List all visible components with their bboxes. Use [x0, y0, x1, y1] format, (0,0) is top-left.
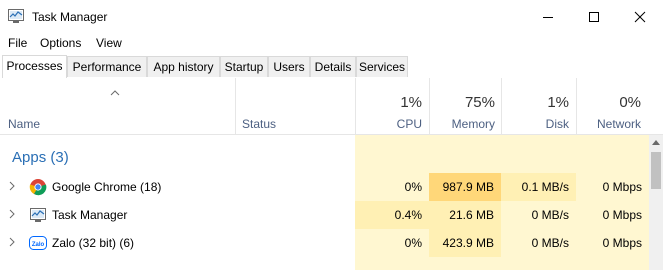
- close-button[interactable]: [617, 0, 663, 34]
- process-disk: 0.1 MB/s: [501, 173, 576, 201]
- memory-total: 75%: [464, 94, 495, 111]
- task-manager-icon: [30, 208, 46, 222]
- zalo-icon: Zalo: [29, 236, 47, 250]
- process-name: Task Manager: [52, 208, 128, 222]
- header-disk[interactable]: Disk: [502, 117, 569, 131]
- menu-view[interactable]: View: [96, 36, 122, 50]
- header-network[interactable]: Network: [577, 117, 641, 131]
- tab-app-history[interactable]: App history: [147, 56, 220, 77]
- menu-options[interactable]: Options: [40, 36, 81, 50]
- process-cpu: 0%: [404, 180, 422, 194]
- task-manager-icon: [8, 9, 24, 23]
- process-disk: 0 MB/s: [531, 236, 569, 250]
- tab-processes[interactable]: Processes: [2, 55, 67, 78]
- process-network: 0 Mbps: [602, 180, 642, 194]
- process-cpu: 0.4%: [355, 201, 429, 229]
- title-bar: Task Manager: [0, 0, 663, 34]
- chevron-right-icon[interactable]: [9, 209, 15, 219]
- process-network: 0 Mbps: [602, 208, 642, 222]
- header-memory[interactable]: Memory: [430, 117, 495, 131]
- process-memory: 423.9 MB: [429, 229, 501, 257]
- tab-details[interactable]: Details: [310, 56, 356, 77]
- close-icon: [634, 11, 646, 23]
- header-status[interactable]: Status: [242, 117, 276, 131]
- scroll-up-icon[interactable]: [652, 140, 660, 145]
- header-name[interactable]: Name: [8, 117, 40, 131]
- sort-ascending-icon: [110, 90, 120, 96]
- process-cpu: 0%: [404, 236, 422, 250]
- menu-bar: File Options View: [0, 34, 663, 52]
- process-row[interactable]: Task Manager 0.4% 21.6 MB 0 MB/s 0 Mbps: [0, 201, 649, 229]
- maximize-icon: [589, 12, 599, 22]
- window-title: Task Manager: [32, 10, 108, 24]
- process-name: Google Chrome (18): [52, 180, 162, 194]
- tab-bar: Processes Performance App history Startu…: [0, 55, 663, 79]
- chrome-icon: [29, 179, 47, 196]
- header-cpu[interactable]: CPU: [356, 117, 422, 131]
- process-memory: 21.6 MB: [429, 201, 501, 229]
- disk-total: 1%: [547, 94, 569, 111]
- tab-users[interactable]: Users: [268, 56, 310, 77]
- svg-text:Zalo: Zalo: [32, 242, 45, 248]
- process-memory: 987.9 MB: [429, 173, 501, 201]
- minimize-button[interactable]: [525, 0, 571, 34]
- group-title-apps: Apps (3): [12, 149, 69, 166]
- tab-performance[interactable]: Performance: [67, 56, 147, 77]
- process-row[interactable]: Google Chrome (18) 0% 987.9 MB 0.1 MB/s …: [0, 173, 649, 201]
- tab-startup[interactable]: Startup: [220, 56, 268, 77]
- chevron-right-icon[interactable]: [9, 181, 15, 191]
- process-disk: 0 MB/s: [531, 208, 569, 222]
- chevron-right-icon[interactable]: [9, 237, 15, 247]
- scroll-thumb[interactable]: [651, 152, 661, 189]
- tab-services[interactable]: Services: [356, 56, 408, 77]
- process-network: 0 Mbps: [602, 236, 642, 250]
- maximize-button[interactable]: [571, 0, 617, 34]
- column-divider[interactable]: [235, 78, 236, 134]
- process-row[interactable]: Zalo Zalo (32 bit) (6) 0% 423.9 MB 0 MB/…: [0, 229, 649, 257]
- minimize-icon: [543, 17, 553, 18]
- cpu-total: 1%: [400, 94, 422, 111]
- process-name: Zalo (32 bit) (6): [52, 236, 135, 250]
- menu-file[interactable]: File: [8, 36, 27, 50]
- network-total: 0%: [619, 94, 641, 111]
